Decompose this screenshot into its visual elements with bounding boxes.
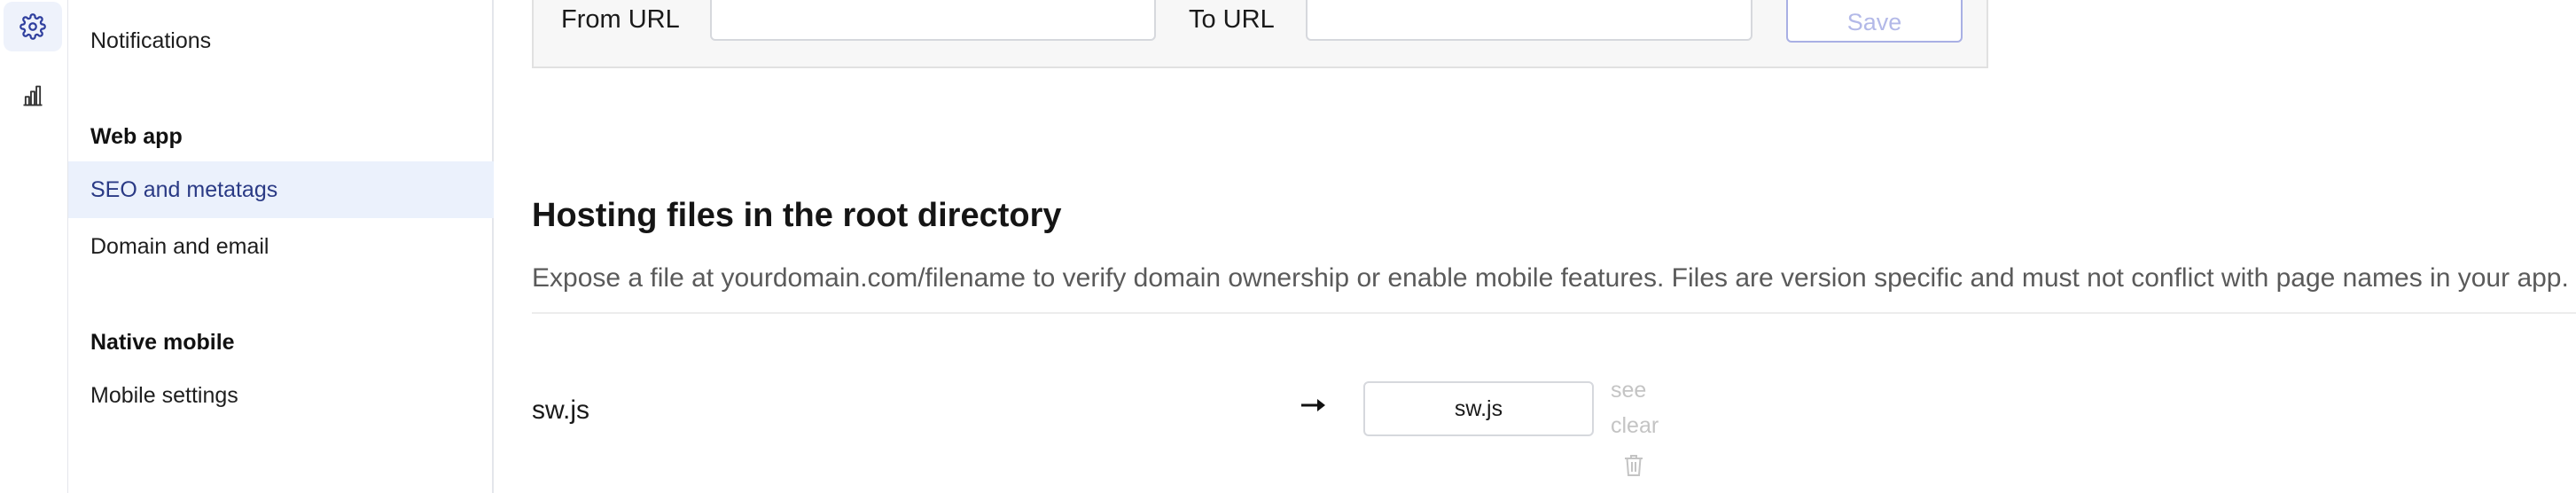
uploaded-file-field[interactable]: sw.js	[1363, 381, 1594, 436]
sidebar-item-domain-and-email[interactable]: Domain and email	[68, 218, 494, 275]
arrow-right-icon	[1300, 395, 1327, 419]
redirect-form: From URL To URL Save	[532, 0, 1988, 68]
section-description: Expose a file at yourdomain.com/filename…	[532, 263, 2569, 293]
divider	[532, 312, 2576, 314]
sidebar-item-label: Domain and email	[90, 233, 269, 259]
clear-file-link[interactable]: clear	[1611, 413, 1659, 439]
save-button[interactable]: Save	[1786, 0, 1963, 43]
sidebar-item-seo-and-metatags[interactable]: SEO and metatags	[68, 161, 494, 218]
to-url-label: To URL	[1189, 5, 1275, 34]
uploaded-file-name: sw.js	[1454, 395, 1503, 421]
sidebar-item-mobile-settings[interactable]: Mobile settings	[68, 367, 494, 424]
see-file-link[interactable]: see	[1611, 378, 1646, 403]
sidebar-item-label: Notifications	[90, 27, 212, 53]
settings-rail-button[interactable]	[4, 2, 62, 51]
sidebar-section-native-mobile: Native mobile	[90, 330, 235, 355]
from-url-input[interactable]	[710, 0, 1156, 41]
analytics-rail-button[interactable]	[4, 71, 62, 121]
to-url-input[interactable]	[1306, 0, 1752, 41]
sidebar-item-label: SEO and metatags	[90, 176, 278, 202]
hosted-file-name: sw.js	[532, 395, 590, 425]
from-url-label: From URL	[561, 5, 680, 34]
sidebar-item-notifications[interactable]: Notifications	[68, 12, 494, 69]
settings-sidebar: Notifications Web app SEO and metatags D…	[68, 0, 494, 493]
chart-icon	[20, 83, 45, 108]
trash-icon[interactable]	[1624, 454, 1643, 481]
section-title: Hosting files in the root directory	[532, 197, 1062, 234]
main-content: From URL To URL Save Hosting files in th…	[494, 0, 2576, 493]
sidebar-section-web-app: Web app	[90, 124, 183, 149]
sidebar-item-label: Mobile settings	[90, 382, 238, 408]
icon-rail	[0, 0, 68, 493]
gear-icon	[20, 13, 46, 40]
